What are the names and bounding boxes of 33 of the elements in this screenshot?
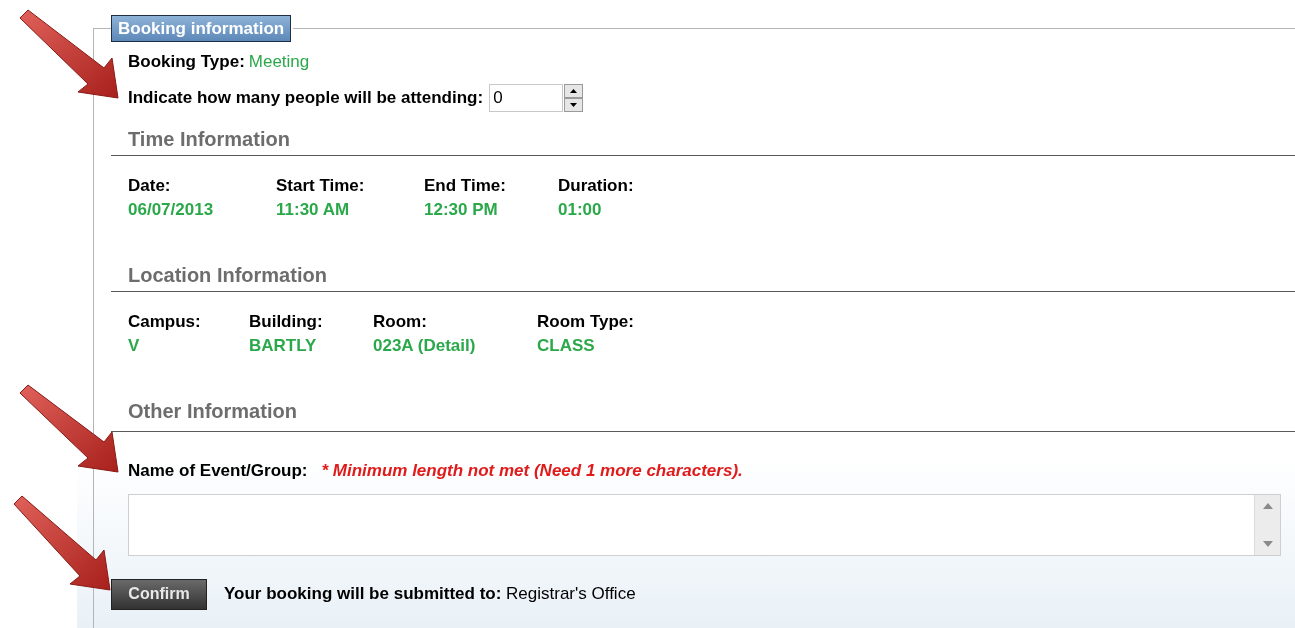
field-label: Campus: [128,311,202,333]
field-value: 06/07/2013 [128,199,215,221]
scroll-up-icon[interactable] [1262,502,1273,509]
field-value: BARTLY [249,335,318,357]
field-value: CLASS [537,335,596,357]
field-label: Name of Event/Group: [128,460,308,482]
spinner-buttons[interactable] [564,84,584,112]
text-area[interactable] [128,493,1281,556]
scroll-down-icon[interactable] [1262,540,1273,547]
field-label: End Time: [424,175,507,197]
field-value: Meeting [248,51,310,74]
number-input[interactable]: 0 [489,84,564,112]
field-label: Booking Type: [128,51,245,74]
scrollbar[interactable] [1254,494,1280,555]
section-heading: Time Information [128,127,291,152]
field-value: V [128,335,141,357]
field-value: 12:30 PM [424,199,499,221]
field-label: Start Time: [276,175,366,197]
confirm-button[interactable]: Confirm [111,578,207,610]
section-heading: Location Information [128,263,328,288]
field-label: Duration: [558,175,635,197]
field-label: Date: [128,175,172,197]
field-label: Building: [249,311,324,333]
section-legend: Booking information [111,15,292,42]
submission-text: Your booking will be submitted to: Registrar's Office [224,583,636,606]
field-label: Room: [373,311,428,333]
error-message: * Minimum length not met (Need 1 more characters). [321,460,743,482]
field-value: 023A (Detail) [373,335,477,357]
field-label: Room Type: [537,311,635,333]
field-value: 11:30 AM [276,199,351,221]
field-value: 01:00 [558,199,603,221]
section-heading: Other Information [128,399,298,424]
field-label: Indicate how many people will be attending: [128,87,484,110]
